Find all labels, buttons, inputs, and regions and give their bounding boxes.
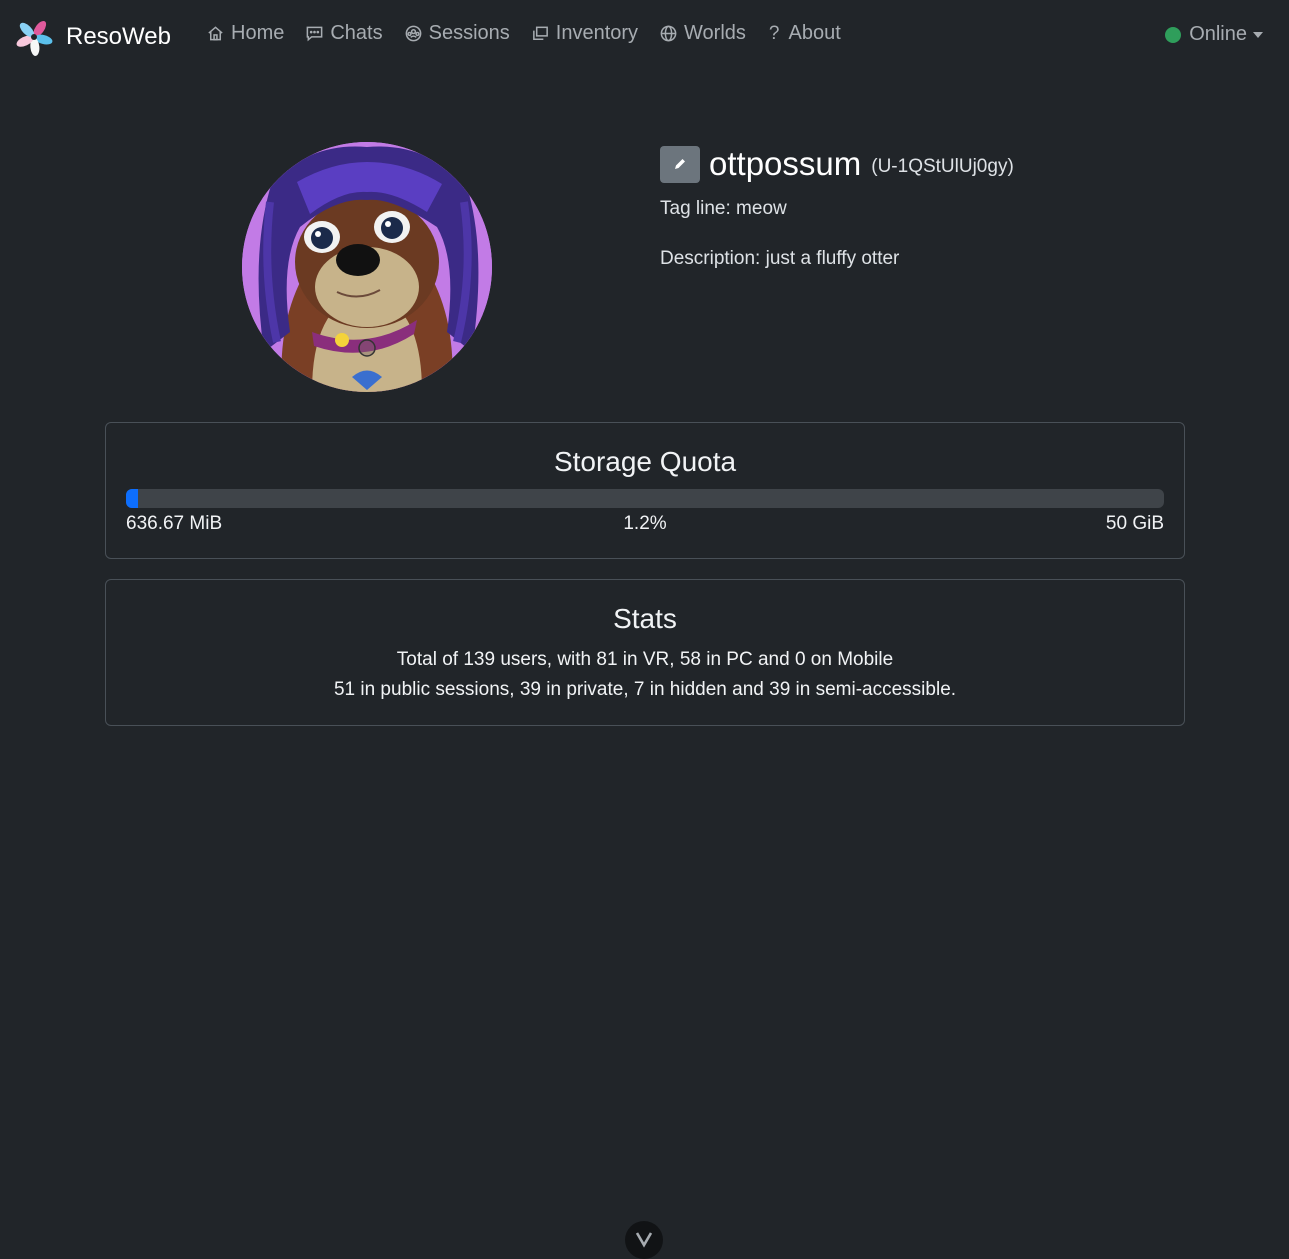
stats-sessions-line: 51 in public sessions, 39 in private, 7 …: [333, 679, 957, 700]
profile-description: Description: just a fluffy otter: [660, 248, 900, 269]
brand-name: ResoWeb: [66, 23, 171, 50]
nav-home[interactable]: Home: [206, 22, 284, 45]
storage-progress-fill: [126, 489, 139, 508]
nav-worlds[interactable]: Worlds: [659, 22, 746, 45]
sessions-icon: [405, 25, 421, 42]
inventory-icon: [532, 26, 548, 40]
chat-icon: [306, 26, 323, 42]
stats-text: Total of 139 users, with 81 in VR, 58 in…: [106, 645, 1184, 705]
nav-worlds-label: Worlds: [684, 22, 746, 44]
globe-icon: [660, 25, 677, 42]
nav-chats-label: Chats: [330, 22, 383, 44]
nav-inventory-label: Inventory: [555, 22, 639, 44]
nav-inventory[interactable]: Inventory: [531, 22, 638, 45]
navbar: ResoWeb Home Chats Sessions Inventory Wo…: [0, 0, 1289, 72]
storage-percent: 1.2%: [623, 513, 667, 534]
scroll-down-button[interactable]: [625, 1221, 663, 1259]
storage-quota-title: Storage Quota: [553, 446, 737, 477]
profile-avatar: [242, 142, 492, 392]
caret-down-icon: [1253, 31, 1263, 38]
nav-sessions[interactable]: Sessions: [404, 22, 510, 45]
stats-title: Stats: [613, 603, 677, 634]
edit-profile-button[interactable]: [660, 145, 700, 183]
nav-about-label: About: [788, 22, 841, 44]
nav-about[interactable]: ? About: [767, 22, 841, 45]
stats-users-line: Total of 139 users, with 81 in VR, 58 in…: [396, 649, 894, 670]
storage-quota-labels: 636.67 MiB 1.2% 50 GiB: [126, 513, 1164, 535]
nav-chats[interactable]: Chats: [305, 22, 383, 45]
online-status-dot: [1165, 26, 1182, 43]
home-icon: [208, 26, 223, 41]
otter-avatar-image: [242, 142, 492, 392]
stats-card: Stats Total of 139 users, with 81 in VR,…: [105, 579, 1185, 726]
nav-menu: Home Chats Sessions Inventory Worlds ? A…: [206, 22, 862, 45]
pencil-icon: [675, 159, 685, 169]
status-label: Online: [1189, 23, 1247, 45]
question-icon: ?: [768, 22, 780, 44]
status-dropdown[interactable]: Online: [1165, 23, 1263, 46]
nav-home-label: Home: [231, 22, 285, 44]
profile-name-row: ottpossum (U-1QStUlUj0gy): [660, 140, 1014, 188]
profile-username: ottpossum: [709, 145, 862, 182]
brand-link[interactable]: ResoWeb: [14, 17, 171, 57]
profile-tagline: Tag line: meow: [660, 198, 787, 219]
nav-sessions-label: Sessions: [428, 22, 510, 44]
profile-user-id: (U-1QStUlUj0gy): [871, 156, 1014, 177]
storage-quota-card: Storage Quota 636.67 MiB 1.2% 50 GiB: [105, 422, 1185, 559]
storage-progress-bar: [126, 489, 1164, 508]
resonite-logo: [16, 20, 53, 56]
chevron-down-icon: [635, 1232, 653, 1248]
profile-info: ottpossum (U-1QStUlUj0gy) Tag line: meow…: [660, 140, 1014, 269]
